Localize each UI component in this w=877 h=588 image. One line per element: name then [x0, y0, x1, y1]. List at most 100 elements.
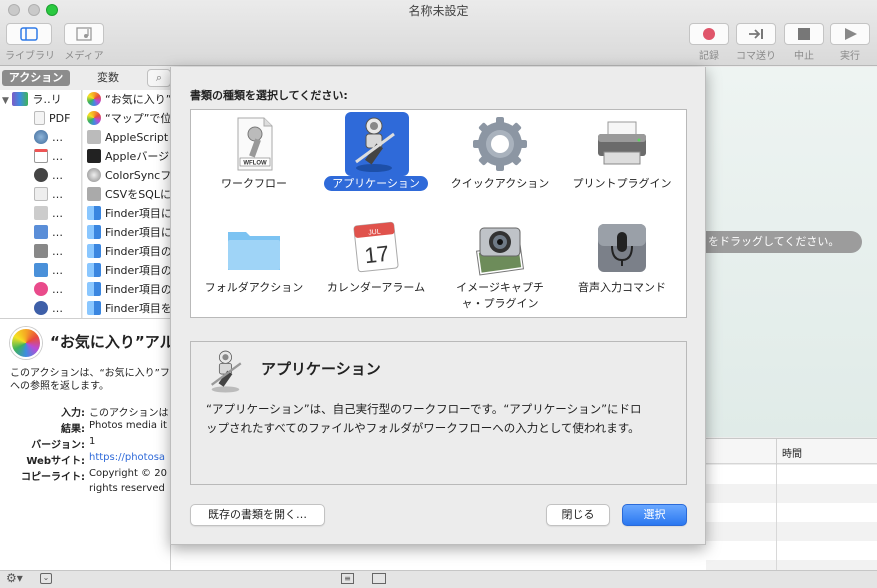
window-title: 名称未設定 [408, 4, 469, 18]
search-icon: ⌕ [155, 71, 163, 84]
list-view-icon[interactable]: ≡ [341, 573, 354, 584]
description-title: “お気に入り”アル [50, 333, 175, 351]
stop-button[interactable] [784, 23, 824, 45]
application-info-icon [210, 350, 242, 393]
doc-type-info-box: アプリケーション “アプリケーション”は、自己実行型のワークフローです。“アプリ… [190, 341, 687, 485]
action-item[interactable]: Finder項目に [87, 204, 172, 223]
terminal-icon [87, 149, 101, 163]
internet-icon [34, 130, 48, 144]
finder-icon [87, 301, 101, 315]
library-label: ライブラリ [5, 51, 55, 62]
action-item[interactable]: Finder項目の [87, 261, 172, 280]
open-existing-document-button[interactable]: 既存の書類を開く… [190, 504, 325, 526]
run-label: 実行 [840, 51, 860, 62]
stop-label: 中止 [794, 51, 814, 62]
sheet-prompt: 書類の種類を選択してください: [190, 89, 348, 102]
action-item[interactable]: CSVをSQLに [87, 185, 171, 204]
doc-type-workflow[interactable]: WFLOW ワークフロー [193, 110, 315, 210]
step-button[interactable] [736, 23, 776, 45]
search-field[interactable]: ⌕ [147, 69, 171, 87]
library-item[interactable]: … [34, 261, 63, 280]
library-tab-bar: アクション 変数 ⌕ [0, 67, 171, 89]
doc-type-folder-action[interactable]: フォルダアクション [193, 214, 315, 314]
library-item-pdf[interactable]: PDF [34, 109, 70, 128]
record-button[interactable] [689, 23, 729, 45]
doc-type-label: クイックアクション [450, 177, 550, 190]
step-icon [749, 29, 763, 39]
close-button[interactable]: 閉じる [546, 504, 610, 526]
document-icon [34, 187, 48, 201]
record-icon [703, 28, 715, 40]
log-table [706, 465, 877, 570]
action-item[interactable]: Finder項目の [87, 280, 172, 299]
description-fields: 入力: このアクションは 結果: Photos media it バージョン: … [21, 408, 169, 494]
library-item[interactable]: … [34, 223, 63, 242]
library-icon [20, 27, 38, 41]
library-item[interactable]: … [34, 280, 63, 299]
doc-type-calendar-alarm[interactable]: JUL 17 カレンダーアラーム [315, 214, 437, 314]
action-item[interactable]: AppleScript [87, 128, 168, 147]
description-toggle-icon[interactable]: ⌄ [40, 573, 52, 584]
run-button[interactable] [830, 23, 870, 45]
svg-text:JUL: JUL [368, 228, 381, 236]
library-item[interactable]: … [34, 147, 63, 166]
media-button[interactable] [64, 23, 104, 45]
record-label: 記録 [699, 51, 719, 62]
document-type-sheet: 書類の種類を選択してください: WFLOW ワークフロー アプリケーション クイ… [170, 67, 706, 545]
play-icon [845, 28, 857, 40]
calendar-small-icon [34, 149, 48, 163]
split-view-icon[interactable] [372, 573, 386, 584]
doc-type-label: フォルダアクション [204, 281, 304, 294]
log-header: 時間 [706, 438, 877, 465]
action-item[interactable]: Finder項目に [87, 223, 172, 242]
library-item[interactable]: … [34, 204, 63, 223]
tab-variables[interactable]: 変数 [78, 70, 138, 86]
action-item[interactable]: Finder項目の [87, 242, 172, 261]
action-item[interactable]: Finder項目を [87, 299, 172, 318]
log-time-header: 時間 [782, 449, 802, 460]
library-item-library[interactable]: ▼ ラ‥リ [2, 90, 62, 109]
library-item[interactable]: … [34, 299, 63, 318]
printer-icon [598, 121, 646, 165]
gear-icon [473, 117, 527, 171]
doc-type-image-capture-plugin[interactable]: イメージキャプチ ャ・プラグイン [439, 214, 561, 314]
doc-type-label: プリントプラグイン [572, 177, 672, 190]
library-item[interactable]: … [34, 242, 63, 261]
library-item[interactable]: … [34, 185, 63, 204]
choose-button[interactable]: 選択 [622, 504, 687, 526]
fonts-icon [34, 244, 48, 258]
gear-menu-icon[interactable]: ⚙▾ [6, 571, 23, 585]
library-button[interactable] [6, 23, 52, 45]
doc-type-print-plugin[interactable]: プリントプラグイン [561, 110, 683, 210]
doc-type-label: イメージキャプチ ャ・プラグイン [456, 281, 544, 310]
content-strip [170, 545, 706, 570]
action-item[interactable]: “お気に入り”フ [87, 90, 182, 109]
website-link[interactable]: https://photosa [89, 452, 165, 463]
action-item[interactable]: “マップ”で位置 [87, 109, 182, 128]
photos-small-icon [34, 301, 48, 315]
doc-type-application[interactable]: アプリケーション [315, 110, 437, 210]
step-label: コマ送り [736, 51, 776, 62]
title-bar: 名称未設定 ライブラリ メディア 記録 コマ送り 中止 実行 [0, 0, 877, 66]
library-item[interactable]: … [34, 128, 63, 147]
library-item[interactable]: … [34, 166, 63, 185]
action-item[interactable]: ColorSyncフ [87, 166, 171, 185]
svg-text:17: 17 [363, 241, 390, 268]
photos-icon [87, 111, 101, 125]
microphone-icon [598, 224, 646, 272]
files-icon [34, 225, 48, 239]
doc-type-label: カレンダーアラーム [326, 281, 426, 294]
doc-type-dictation-command[interactable]: 音声入力コマンド [561, 214, 683, 314]
action-item[interactable]: Appleバージ [87, 147, 169, 166]
finder-icon [87, 225, 101, 239]
document-type-grid: WFLOW ワークフロー アプリケーション クイックアクション プリントプラグイ… [190, 109, 687, 318]
media-icon [76, 27, 92, 41]
bottom-bar: ⚙▾ ⌄ ≡ [0, 570, 877, 588]
finder-icon [87, 206, 101, 220]
drag-hint: をドラッグしてください。 [706, 231, 862, 253]
action-description-panel: “お気に入り”アル このアクションは、“お気に入り”フ への参照を返します。 入… [0, 318, 175, 570]
script-icon [87, 130, 101, 144]
music-icon [34, 282, 48, 296]
doc-type-quick-action[interactable]: クイックアクション [439, 110, 561, 210]
tab-actions[interactable]: アクション [2, 70, 70, 86]
